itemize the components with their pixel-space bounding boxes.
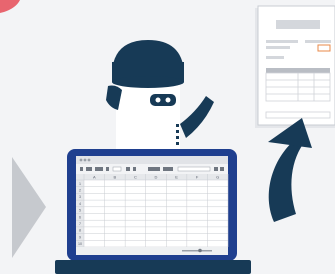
column-header-label: D: [155, 175, 158, 180]
chevron-right-icon: [12, 157, 46, 258]
row-header-label: 8: [79, 229, 81, 233]
curved-arrow-icon: [268, 118, 312, 222]
column-header-label: G: [216, 175, 219, 180]
row-header-label: 7: [79, 222, 81, 226]
column-header-label: E: [175, 175, 178, 180]
row-header-label: 10: [78, 242, 82, 246]
row-header-label: 2: [79, 188, 81, 192]
illustration-scene: A B C D E F G 1 2 3 4 5 6 7 8 9 10: [0, 0, 335, 274]
column-header-label: A: [93, 175, 96, 180]
row-header-label: 3: [79, 195, 81, 199]
row-header-label: 4: [79, 202, 81, 206]
row-header-label: 6: [79, 215, 81, 219]
row-header-label: 9: [79, 235, 81, 239]
column-header-label: B: [114, 175, 117, 180]
row-header-label: 5: [79, 209, 81, 213]
column-header-bar: [76, 174, 228, 180]
row-header-label: 1: [79, 182, 81, 186]
column-header-label: C: [134, 175, 137, 180]
spreadsheet-titlebar: [76, 156, 228, 164]
document-icon: [255, 5, 335, 128]
corner-accent-shape: [0, 0, 20, 13]
robot-icon: [106, 40, 214, 150]
